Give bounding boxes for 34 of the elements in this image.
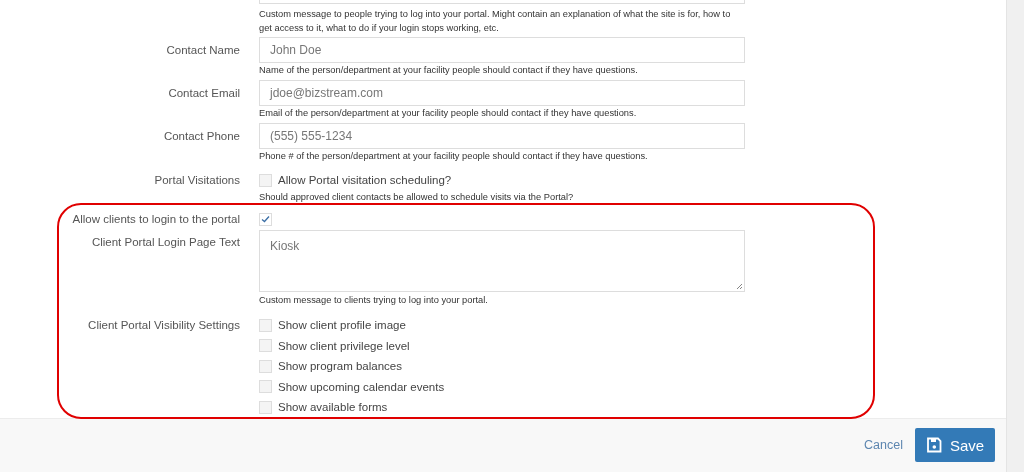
- field-label: Allow clients to login to the portal: [71, 212, 241, 227]
- resize-grip-icon[interactable]: [736, 283, 743, 290]
- checkbox[interactable]: [259, 173, 272, 187]
- checkbox-label: Show client privilege level: [278, 339, 410, 352]
- field-label: Contact Phone: [162, 129, 241, 144]
- field-label: Contact Email: [167, 86, 241, 101]
- field-label: Client Portal Visibility Settings: [87, 318, 241, 333]
- help-text: Email of the person/department at your facility people should contact if they have questions.: [259, 107, 638, 120]
- checkbox[interactable]: [259, 318, 272, 332]
- help-text: Custom message to clients trying to log into your portal.: [259, 294, 489, 307]
- help-text: Name of the person/department at your facility people should contact if they have questions.: [259, 64, 639, 77]
- checkbox[interactable]: [259, 359, 272, 373]
- checkbox[interactable]: [259, 380, 272, 394]
- input-field[interactable]: jdoe@bizstream.com: [259, 80, 745, 106]
- field-label: Contact Name: [165, 43, 241, 58]
- input-field[interactable]: John Doe: [259, 37, 745, 63]
- checkbox-label: Show upcoming calendar events: [278, 380, 445, 393]
- help-text: Phone # of the person/department at your facility people should contact if they have questions.: [259, 150, 649, 163]
- help-text: Custom message to people trying to log into your portal. Might contain an explanation of what the site is for, how to get access to it, what to do if your login stops working, etc.: [259, 8, 732, 35]
- save-button[interactable]: Save: [915, 428, 995, 463]
- checkbox[interactable]: [259, 400, 272, 414]
- field-label: Client Portal Login Page Text: [90, 235, 241, 250]
- checkbox-label: Show available forms: [278, 401, 388, 414]
- text-area[interactable]: Kiosk: [259, 230, 745, 292]
- checkbox[interactable]: [259, 212, 272, 226]
- checkbox-label: Show program balances: [278, 360, 402, 373]
- checkbox[interactable]: [259, 339, 272, 353]
- field-label: Portal Visitations: [153, 173, 241, 188]
- cancel-link[interactable]: Cancel: [864, 438, 903, 453]
- checkbox-label: Show client profile image: [278, 319, 406, 332]
- text-area[interactable]: [259, 0, 745, 4]
- checkbox-label: Allow Portal visitation scheduling?: [278, 174, 452, 186]
- input-field[interactable]: (555) 555-1234: [259, 123, 745, 149]
- help-text: Should approved client contacts be allowed to schedule visits via the Portal?: [259, 191, 575, 204]
